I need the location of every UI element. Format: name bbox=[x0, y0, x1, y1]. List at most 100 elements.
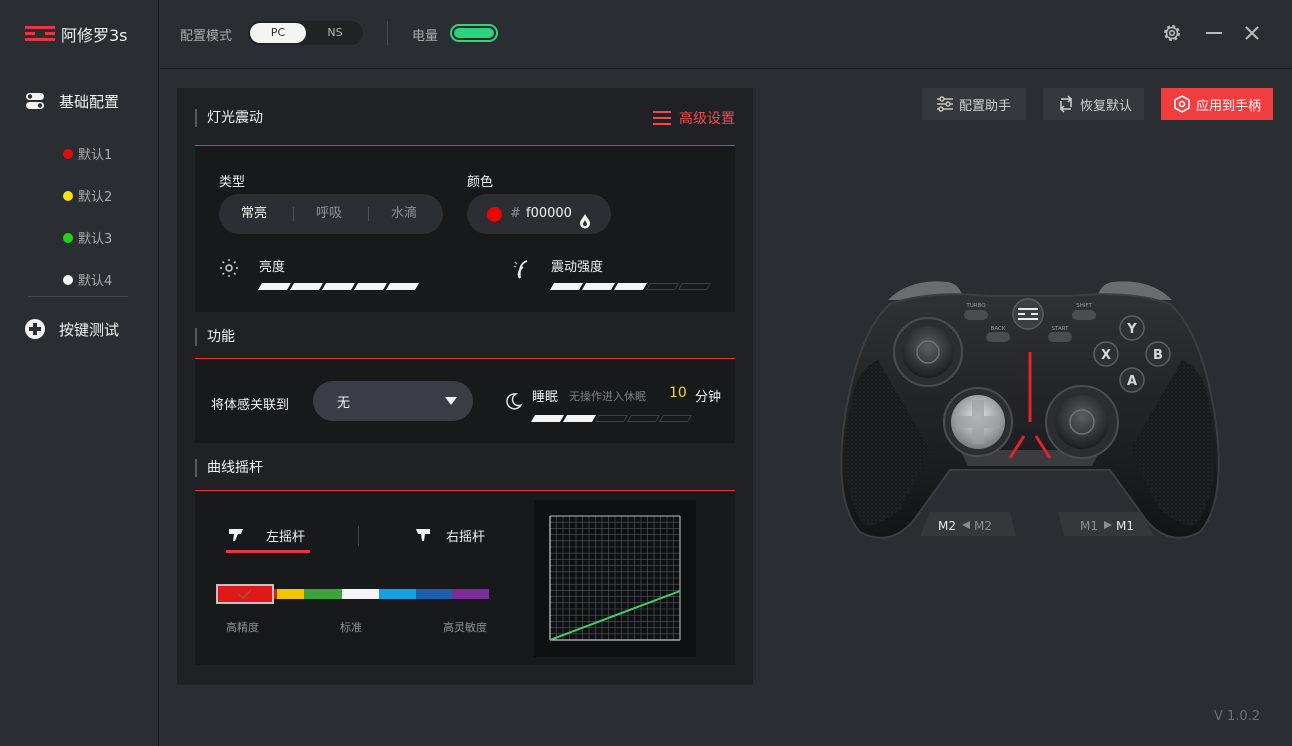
advanced-settings-link[interactable]: 高级设置 bbox=[653, 108, 735, 128]
sleep-label: 睡眠 bbox=[532, 390, 559, 405]
nav-basic-config[interactable]: 基础配置 bbox=[24, 90, 119, 112]
menu-icon bbox=[653, 111, 671, 125]
level-segment[interactable] bbox=[385, 283, 420, 290]
type-option-breathing[interactable]: 呼吸 bbox=[316, 194, 342, 234]
apply-to-controller-button[interactable]: 应用到手柄 bbox=[1161, 88, 1273, 120]
controller-illustration: TURBO SHIFT BACK START Y X B A M2 M2 M1 … bbox=[830, 270, 1230, 549]
paddle-m2-left: M2 bbox=[938, 519, 956, 533]
paddle-m1-right: M1 bbox=[1116, 519, 1134, 533]
spectrum-segment[interactable] bbox=[342, 589, 379, 599]
spectrum-selected-marker[interactable] bbox=[216, 584, 274, 604]
level-segment[interactable] bbox=[645, 283, 680, 290]
type-option-steady[interactable]: 常亮 bbox=[241, 194, 267, 234]
light-section-title: 灯光震动 bbox=[195, 109, 263, 127]
toggle-settings-icon bbox=[24, 90, 46, 112]
profile-item-2[interactable]: 默认2 bbox=[63, 186, 112, 205]
profile-item-1[interactable]: 默认1 bbox=[63, 144, 112, 163]
face-button-x: X bbox=[1101, 348, 1111, 363]
level-segment[interactable] bbox=[613, 283, 648, 290]
hexagon-apply-icon bbox=[1173, 95, 1191, 113]
light-settings-box: 类型 常亮 呼吸 水滴 颜色 # f00000 亮度 震动强度 bbox=[195, 146, 735, 312]
paddle-m2-right: M2 bbox=[974, 519, 992, 533]
profile-label: 默认3 bbox=[78, 232, 113, 247]
profile-label: 默认2 bbox=[78, 190, 113, 205]
mode-ns-option[interactable]: NS bbox=[310, 23, 360, 43]
restore-default-button[interactable]: 恢复默认 bbox=[1043, 88, 1144, 120]
back-label: BACK bbox=[991, 326, 1006, 332]
motion-link-select[interactable]: 无 bbox=[313, 381, 473, 421]
color-picker[interactable]: # f00000 bbox=[467, 194, 611, 234]
level-segment[interactable] bbox=[581, 283, 616, 290]
level-segment[interactable] bbox=[626, 415, 661, 422]
spectrum-segment[interactable] bbox=[379, 589, 416, 599]
mode-pc-option[interactable]: PC bbox=[250, 23, 306, 43]
sidebar-divider bbox=[28, 296, 128, 297]
spectrum-segment[interactable] bbox=[416, 589, 452, 599]
close-icon[interactable] bbox=[1241, 22, 1263, 44]
level-segment[interactable] bbox=[594, 415, 629, 422]
profile-color-dot bbox=[63, 190, 73, 201]
face-button-a: A bbox=[1127, 374, 1137, 389]
sliders-icon bbox=[936, 95, 954, 113]
vibration-icon bbox=[513, 258, 533, 280]
level-segment[interactable] bbox=[353, 283, 388, 290]
level-segment[interactable] bbox=[562, 415, 597, 422]
sleep-slider[interactable] bbox=[530, 415, 693, 422]
brand-mark-icon bbox=[25, 24, 55, 44]
level-segment[interactable] bbox=[677, 283, 712, 290]
light-type-selector[interactable]: 常亮 呼吸 水滴 bbox=[219, 194, 443, 234]
nav-key-test-label: 按键测试 bbox=[59, 320, 120, 339]
chevron-down-icon bbox=[445, 397, 457, 405]
brightness-icon bbox=[219, 258, 239, 278]
vibration-label: 震动强度 bbox=[551, 260, 604, 275]
settings-gear-icon[interactable] bbox=[1161, 22, 1183, 44]
restore-default-label: 恢复默认 bbox=[1080, 98, 1133, 114]
curve-graph bbox=[534, 500, 696, 657]
shift-label: SHIFT bbox=[1076, 303, 1092, 309]
sleep-unit: 分钟 bbox=[695, 390, 722, 405]
config-panel: 灯光震动 高级设置 类型 常亮 呼吸 水滴 颜色 # f00000 亮度 震动强… bbox=[177, 88, 753, 685]
level-segment[interactable] bbox=[257, 283, 292, 290]
level-segment[interactable] bbox=[549, 283, 584, 290]
level-segment[interactable] bbox=[321, 283, 356, 290]
label-high-sensitivity: 高灵敏度 bbox=[443, 621, 487, 634]
color-label: 颜色 bbox=[467, 175, 494, 190]
color-swatch bbox=[487, 207, 502, 222]
level-segment[interactable] bbox=[658, 415, 693, 422]
profile-item-3[interactable]: 默认3 bbox=[63, 228, 112, 247]
tab-left-stick[interactable]: 左摇杆 bbox=[266, 526, 305, 545]
sidebar: 阿修罗3s 基础配置 默认1 默认2 默认3 默认4 按键测试 bbox=[0, 0, 159, 746]
nav-key-test[interactable]: 按键测试 bbox=[24, 318, 119, 340]
version-label: V 1.0.2 bbox=[1214, 709, 1261, 724]
spectrum-segment[interactable] bbox=[452, 589, 489, 599]
spectrum-segment[interactable] bbox=[277, 589, 304, 599]
profile-label: 默认4 bbox=[78, 274, 113, 289]
battery-indicator bbox=[450, 24, 498, 42]
vibration-slider[interactable] bbox=[549, 283, 712, 290]
minimize-icon[interactable] bbox=[1203, 22, 1225, 44]
type-option-droplet[interactable]: 水滴 bbox=[391, 194, 417, 234]
brightness-slider[interactable] bbox=[257, 283, 420, 290]
eyedropper-icon[interactable] bbox=[579, 206, 591, 229]
moon-icon bbox=[505, 392, 523, 410]
app-title: 阿修罗3s bbox=[61, 26, 128, 45]
mode-toggle[interactable]: PC NS bbox=[248, 21, 363, 45]
brightness-label: 亮度 bbox=[259, 260, 286, 275]
profile-color-dot bbox=[63, 148, 73, 159]
tab-active-underline bbox=[226, 550, 310, 553]
function-settings-box: 将体感关联到 无 睡眠 无操作进入休眠 10 分钟 bbox=[195, 359, 735, 443]
level-segment[interactable] bbox=[530, 415, 565, 422]
label-standard: 标准 bbox=[340, 621, 362, 634]
color-hash: # bbox=[510, 206, 521, 221]
mode-label: 配置模式 bbox=[180, 29, 233, 44]
spectrum-segment[interactable] bbox=[304, 589, 342, 599]
config-assistant-button[interactable]: 配置助手 bbox=[922, 88, 1026, 120]
color-hex-value[interactable]: f00000 bbox=[526, 194, 572, 234]
dpad-icon bbox=[24, 318, 46, 340]
sleep-hint: 无操作进入休眠 bbox=[569, 390, 646, 403]
profile-item-4[interactable]: 默认4 bbox=[63, 270, 112, 289]
level-segment[interactable] bbox=[289, 283, 324, 290]
turbo-label: TURBO bbox=[965, 303, 986, 309]
left-stick-icon bbox=[228, 527, 246, 541]
tab-right-stick[interactable]: 右摇杆 bbox=[446, 526, 485, 545]
